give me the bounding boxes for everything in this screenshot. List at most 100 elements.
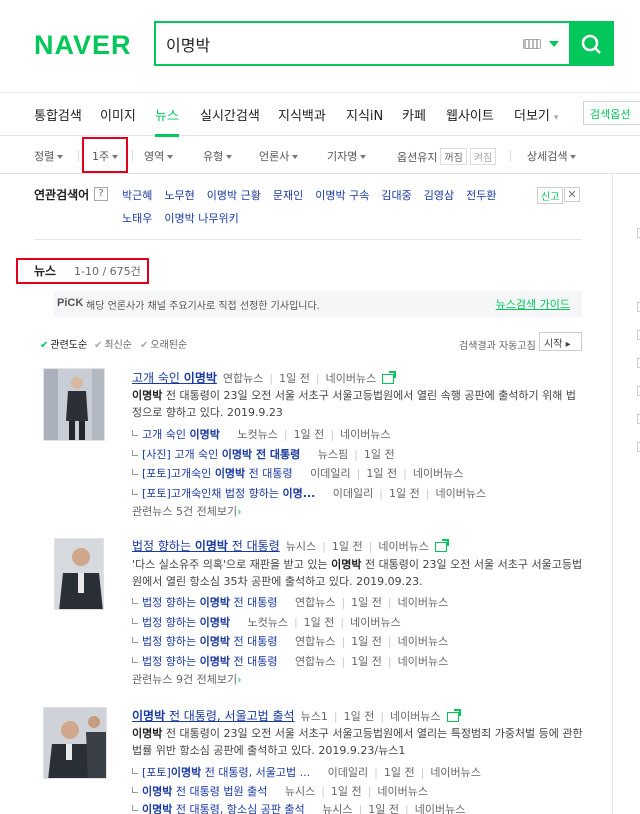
press-name[interactable]: 연합뉴스 <box>295 635 335 648</box>
check-icon: ✔ <box>40 340 49 351</box>
sub-title-keyword: 이명박 <box>199 616 230 629</box>
press-name[interactable]: 뉴시스 <box>286 540 316 553</box>
tab-website[interactable]: 웹사이트 <box>446 105 494 124</box>
press-name[interactable]: 이데일리 <box>333 487 373 500</box>
news-thumbnail[interactable] <box>43 707 107 779</box>
related-keyword[interactable]: 노무현 <box>164 189 194 202</box>
tab-cafe[interactable]: 카페 <box>402 105 426 124</box>
tab-kin[interactable]: 지식iN <box>346 105 383 124</box>
press-name[interactable]: 연합뉴스 <box>223 372 263 385</box>
naver-news-link[interactable]: 네이버뉴스 <box>378 540 429 553</box>
related-keyword[interactable]: 박근혜 <box>122 189 152 202</box>
related-keyword[interactable]: 김영삼 <box>424 189 454 202</box>
external-link-icon[interactable] <box>382 371 397 384</box>
tab-images[interactable]: 이미지 <box>100 105 136 124</box>
press-label: 언론사 <box>259 150 290 163</box>
naver-news-link[interactable]: 네이버뉴스 <box>415 803 466 814</box>
option-keep-off-toggle[interactable]: 꺼짐 <box>440 148 467 165</box>
tab-encyclopedia[interactable]: 지식백과 <box>278 105 326 124</box>
related-news-item[interactable]: [포토]고개숙인 이명박 전 대통령 이데일리 | 1일 전 | 네이버뉴스 <box>132 465 463 481</box>
naver-news-link[interactable]: 네이버뉴스 <box>398 596 449 609</box>
related-keyword[interactable]: 이명박 구속 <box>315 189 369 202</box>
naver-news-link[interactable]: 네이버뉴스 <box>435 487 486 500</box>
related-news-item[interactable]: [포토]고개숙인채 법정 향하는 이명... 이데일리 | 1일 전 | 네이버뉴스 <box>132 485 486 501</box>
press-name[interactable]: 노컷뉴스 <box>237 428 277 441</box>
related-keyword[interactable]: 김대중 <box>381 189 411 202</box>
related-news-item[interactable]: 이명박 전 대통령 법원 출석 뉴시스 | 1일 전 | 네이버뉴스 <box>132 783 428 799</box>
press-name[interactable]: 연합뉴스 <box>295 655 335 668</box>
news-item-title[interactable]: 이명박 전 대통령, 서울고법 출석 뉴스1 | 1일 전 | 네이버뉴스 <box>132 707 461 724</box>
chevron-down-icon <box>167 155 174 159</box>
naver-news-link[interactable]: 네이버뉴스 <box>326 372 377 385</box>
keyboard-icon[interactable] <box>523 38 541 49</box>
press-name[interactable]: 뉴시스 <box>285 785 315 798</box>
sub-title-text: 전 대통령 <box>229 596 278 609</box>
press-name[interactable]: 이데일리 <box>310 467 350 480</box>
naver-news-link[interactable]: 네이버뉴스 <box>340 428 391 441</box>
sub-title-text: 전 대통령 <box>229 635 278 648</box>
tab-news[interactable]: 뉴스 <box>155 105 179 137</box>
naver-news-link[interactable]: 네이버뉴스 <box>430 766 481 779</box>
naver-news-link[interactable]: 네이버뉴스 <box>377 785 428 798</box>
news-meta: 뉴시스 | 1일 전 | 네이버뉴스 <box>286 538 449 554</box>
related-keyword[interactable]: 이명박 나무위키 <box>164 212 238 225</box>
related-keyword[interactable]: 문재인 <box>273 189 303 202</box>
auto-refresh-start-button[interactable]: 시작 ▸ <box>539 332 582 351</box>
related-news-item[interactable]: 법정 향하는 이명박 전 대통령 연합뉴스 | 1일 전 | 네이버뉴스 <box>132 653 448 669</box>
naver-news-link[interactable]: 네이버뉴스 <box>350 616 401 629</box>
type-dropdown[interactable]: 유형 <box>203 148 233 164</box>
related-news-item[interactable]: 고개 숙인 이명박 노컷뉴스 | 1일 전 | 네이버뉴스 <box>132 426 391 442</box>
external-link-icon[interactable] <box>446 709 461 722</box>
sub-title-text: 법정 향하는 <box>142 616 200 629</box>
search-options-button[interactable]: 검색옵션 <box>583 101 640 125</box>
related-search-row-2: 노태우 이명박 나무위키 <box>122 210 251 226</box>
related-news-more-link[interactable]: 관련뉴스 9건 전체보기› <box>132 671 241 687</box>
naver-news-link[interactable]: 네이버뉴스 <box>413 467 464 480</box>
related-keyword[interactable]: 노태우 <box>122 212 152 225</box>
report-button[interactable]: 신고 <box>537 187 564 204</box>
detail-search-dropdown[interactable]: 상세검색 <box>527 148 577 164</box>
branch-icon <box>132 787 138 793</box>
news-item-title[interactable]: 고개 숙인 이명박 연합뉴스 | 1일 전 | 네이버뉴스 <box>132 369 397 386</box>
naver-logo[interactable]: NAVER <box>34 30 132 61</box>
related-news-item[interactable]: 법정 향하는 이명박 노컷뉴스 | 1일 전 | 네이버뉴스 <box>132 614 401 630</box>
external-link-icon[interactable] <box>434 539 449 552</box>
tab-more[interactable]: 더보기 ▾ <box>514 105 558 124</box>
search-button[interactable] <box>569 22 612 65</box>
close-icon[interactable]: ✕ <box>564 187 580 202</box>
option-keep-on-toggle[interactable]: 켜짐 <box>469 148 497 165</box>
press-name[interactable]: 노컷뉴스 <box>247 616 287 629</box>
related-news-item[interactable]: 이명박 전 대통령, 항소심 공판 출석 뉴시스 | 1일 전 | 네이버뉴스 <box>132 801 465 814</box>
press-name[interactable]: 뉴스1 <box>301 710 328 723</box>
press-name[interactable]: 뉴스핌 <box>318 448 348 461</box>
related-news-item[interactable]: [포토]이명박 전 대통령, 서울고법 ... 이데일리 | 1일 전 | 네이버뉴스 <box>132 764 481 780</box>
naver-news-link[interactable]: 네이버뉴스 <box>390 710 441 723</box>
tab-realtime[interactable]: 실시간검색 <box>200 105 260 124</box>
related-news-item[interactable]: [사진] 고개 숙인 이명박 전 대통령 뉴스핌 | 1일 전 <box>132 446 395 462</box>
press-name[interactable]: 이데일리 <box>328 766 368 779</box>
reporter-dropdown[interactable]: 기자명 <box>327 148 367 164</box>
news-guide-link[interactable]: 뉴스검색 가이드 <box>496 296 570 312</box>
related-keyword[interactable]: 전두환 <box>466 189 496 202</box>
news-thumbnail[interactable] <box>54 538 104 610</box>
sort-latest[interactable]: ✔ 최신순 <box>94 336 132 351</box>
tab-integrated[interactable]: 통합검색 <box>34 105 82 124</box>
help-icon[interactable]: ? <box>94 187 108 201</box>
area-dropdown[interactable]: 영역 <box>144 148 174 164</box>
naver-news-link[interactable]: 네이버뉴스 <box>398 655 449 668</box>
press-name[interactable]: 뉴시스 <box>322 803 352 814</box>
related-news-item[interactable]: 법정 향하는 이명박 전 대통령 연합뉴스 | 1일 전 | 네이버뉴스 <box>132 633 448 649</box>
related-keyword[interactable]: 이명박 근황 <box>207 189 261 202</box>
related-news-more-link[interactable]: 관련뉴스 5건 전체보기› <box>132 503 241 519</box>
related-news-item[interactable]: 법정 향하는 이명박 전 대통령 연합뉴스 | 1일 전 | 네이버뉴스 <box>132 594 448 610</box>
news-item-title[interactable]: 법정 향하는 이명박 전 대통령 뉴시스 | 1일 전 | 네이버뉴스 <box>132 537 449 554</box>
sort-relevance[interactable]: ✔ 관련도순 <box>40 336 87 351</box>
sort-oldest[interactable]: ✔ 오래된순 <box>140 336 187 351</box>
naver-news-link[interactable]: 네이버뉴스 <box>398 635 449 648</box>
news-thumbnail[interactable] <box>43 368 105 441</box>
press-name[interactable]: 연합뉴스 <box>295 596 335 609</box>
search-input[interactable] <box>156 23 523 64</box>
sort-dropdown[interactable]: 정렬 <box>34 148 64 164</box>
autocomplete-arrow-icon[interactable] <box>549 40 559 47</box>
press-dropdown[interactable]: 언론사 <box>259 148 299 164</box>
